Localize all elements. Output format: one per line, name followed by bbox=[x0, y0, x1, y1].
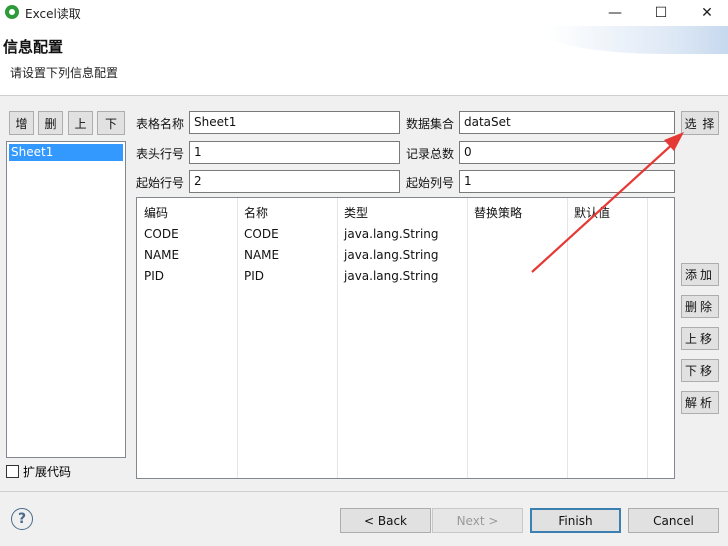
back-button[interactable]: < Back bbox=[340, 508, 431, 533]
sheet-down-button[interactable]: 下 bbox=[97, 111, 125, 135]
close-button[interactable]: ✕ bbox=[684, 0, 728, 26]
next-button[interactable]: Next > bbox=[432, 508, 523, 533]
start-col-label: 起始列号 bbox=[406, 176, 455, 190]
start-col-input[interactable]: 1 bbox=[459, 170, 675, 193]
column-header-default-value[interactable]: 默认值 bbox=[574, 204, 610, 221]
parse-button[interactable]: 解析 bbox=[681, 391, 719, 414]
add-field-button[interactable]: 添加 bbox=[681, 263, 719, 286]
title-bar: Excel读取 — ☐ ✕ bbox=[0, 0, 728, 26]
minimize-icon: — bbox=[608, 5, 622, 21]
column-divider bbox=[567, 198, 568, 478]
cancel-button[interactable]: Cancel bbox=[628, 508, 719, 533]
header-decoration bbox=[548, 26, 728, 54]
sheet-list-item[interactable]: Sheet1 bbox=[9, 144, 123, 161]
table-name-label: 表格名称 bbox=[136, 117, 185, 131]
close-icon: ✕ bbox=[701, 5, 713, 21]
table-cell[interactable]: java.lang.String bbox=[344, 248, 439, 262]
page-description: 请设置下列信息配置 bbox=[10, 66, 119, 80]
finish-button[interactable]: Finish bbox=[530, 508, 621, 533]
page-title: 信息配置 bbox=[3, 38, 64, 56]
maximize-button[interactable]: ☐ bbox=[638, 0, 684, 26]
move-up-button[interactable]: 上移 bbox=[681, 327, 719, 350]
column-divider bbox=[467, 198, 468, 478]
start-row-label: 起始行号 bbox=[136, 176, 185, 190]
sheet-up-button[interactable]: 上 bbox=[68, 111, 93, 135]
table-name-input[interactable]: Sheet1 bbox=[189, 111, 400, 134]
field-table[interactable]: 编码 名称 类型 替换策略 默认值 CODE CODE java.lang.St… bbox=[136, 197, 675, 479]
help-icon[interactable]: ? bbox=[11, 508, 33, 530]
table-cell[interactable]: NAME bbox=[144, 248, 179, 262]
delete-field-button[interactable]: 删除 bbox=[681, 295, 719, 318]
dataset-label: 数据集合 bbox=[406, 117, 455, 131]
start-row-input[interactable]: 2 bbox=[189, 170, 400, 193]
sheet-list[interactable]: Sheet1 bbox=[6, 141, 126, 458]
move-down-button[interactable]: 下移 bbox=[681, 359, 719, 382]
column-divider bbox=[647, 198, 648, 478]
minimize-button[interactable]: — bbox=[592, 0, 638, 26]
extend-code-row[interactable]: 扩展代码 bbox=[6, 463, 71, 480]
eclipse-app-icon bbox=[5, 5, 19, 19]
header-row-input[interactable]: 1 bbox=[189, 141, 400, 164]
maximize-icon: ☐ bbox=[654, 5, 668, 21]
footer-divider bbox=[0, 491, 728, 492]
column-header-code[interactable]: 编码 bbox=[144, 204, 168, 221]
table-cell[interactable]: PID bbox=[144, 269, 164, 283]
table-cell[interactable]: java.lang.String bbox=[344, 227, 439, 241]
wizard-header: 信息配置 请设置下列信息配置 bbox=[0, 26, 728, 96]
dataset-input[interactable]: dataSet bbox=[459, 111, 675, 134]
column-header-replace-strategy[interactable]: 替换策略 bbox=[474, 204, 522, 221]
table-cell[interactable]: PID bbox=[244, 269, 264, 283]
table-cell[interactable]: NAME bbox=[244, 248, 279, 262]
table-cell[interactable]: CODE bbox=[144, 227, 179, 241]
column-header-type[interactable]: 类型 bbox=[344, 204, 368, 221]
extend-code-checkbox[interactable] bbox=[6, 465, 19, 478]
record-count-label: 记录总数 bbox=[406, 147, 455, 161]
header-row-label: 表头行号 bbox=[136, 147, 185, 161]
extend-code-label: 扩展代码 bbox=[23, 465, 72, 479]
select-dataset-button[interactable]: 选 择 bbox=[681, 111, 719, 135]
window-title: Excel读取 bbox=[25, 7, 81, 21]
sheet-add-button[interactable]: 增 bbox=[9, 111, 34, 135]
record-count-input[interactable]: 0 bbox=[459, 141, 675, 164]
table-cell[interactable]: CODE bbox=[244, 227, 279, 241]
column-divider bbox=[337, 198, 338, 478]
column-header-name[interactable]: 名称 bbox=[244, 204, 268, 221]
table-cell[interactable]: java.lang.String bbox=[344, 269, 439, 283]
sheet-delete-button[interactable]: 删 bbox=[38, 111, 63, 135]
column-divider bbox=[237, 198, 238, 478]
